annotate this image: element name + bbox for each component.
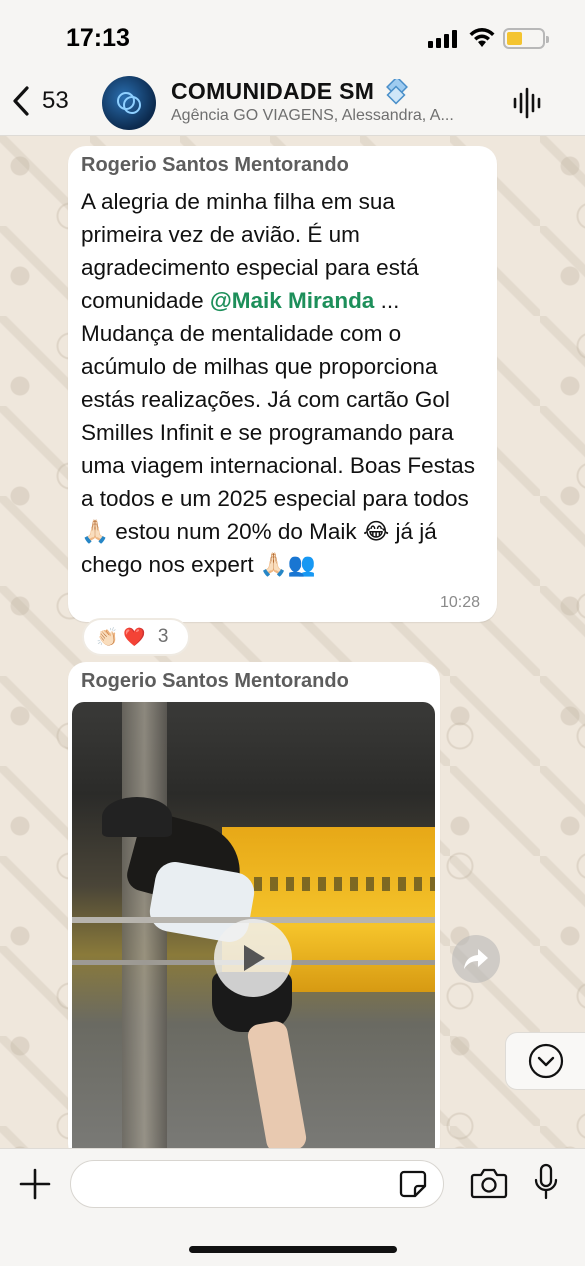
message-bubble[interactable]: Rogerio Santos Mentorando A alegria de m… [68, 146, 497, 622]
chat-title-text: COMUNIDADE SM [171, 78, 375, 104]
group-avatar[interactable] [102, 76, 156, 130]
reaction-emojis: 👏🏻 ❤️ [96, 626, 146, 647]
cellular-signal-icon [428, 30, 458, 48]
chat-title[interactable]: COMUNIDADE SM [171, 78, 412, 105]
waveform-icon[interactable] [512, 86, 544, 120]
girl-legs [246, 1019, 308, 1155]
chevron-left-icon [13, 86, 29, 116]
status-bar: 17:13 [0, 0, 585, 70]
pillar-image [122, 702, 167, 1162]
chat-header: 53 COMUNIDADE SM Agência GO VIAGENS, Ale… [0, 70, 585, 136]
play-icon [244, 945, 265, 971]
wifi-icon [469, 28, 495, 47]
reaction-count: 3 [157, 626, 169, 647]
mention-link[interactable]: @Maik Miranda [210, 288, 374, 313]
community-badge-icon [386, 78, 409, 105]
home-indicator [189, 1246, 397, 1253]
girl-cap [102, 797, 172, 837]
play-button[interactable] [214, 919, 292, 997]
back-button[interactable]: 53 [10, 84, 69, 118]
microphone-icon[interactable] [532, 1163, 560, 1201]
forward-icon [464, 949, 488, 969]
chat-members[interactable]: Agência GO VIAGENS, Alessandra, A... [171, 107, 496, 125]
message-sender[interactable]: Rogerio Santos Mentorando [81, 154, 349, 177]
message-text: A alegria de minha filha em sua primeira… [81, 185, 481, 581]
scroll-to-bottom-button[interactable] [505, 1032, 585, 1090]
unread-count: 53 [42, 87, 69, 114]
battery-icon [503, 28, 549, 49]
chat-bubbles-icon [117, 92, 141, 114]
message-input[interactable] [70, 1160, 444, 1208]
message-sender[interactable]: Rogerio Santos Mentorando [81, 670, 349, 693]
sticker-icon[interactable] [398, 1169, 428, 1199]
video-thumbnail[interactable] [72, 702, 435, 1162]
status-time: 17:13 [66, 24, 130, 52]
message-bubble-video[interactable]: Rogerio Santos Mentorando [68, 662, 440, 1162]
message-time: 10:28 [439, 594, 480, 611]
chevron-down-icon [528, 1043, 563, 1079]
message-reactions[interactable]: 👏🏻 ❤️ 3 [82, 618, 190, 656]
message-text-part: ... Mudança de mentalidade com o acúmulo… [81, 288, 475, 577]
plus-icon[interactable] [18, 1167, 52, 1201]
camera-icon[interactable] [470, 1167, 508, 1199]
forward-button[interactable] [452, 935, 500, 983]
